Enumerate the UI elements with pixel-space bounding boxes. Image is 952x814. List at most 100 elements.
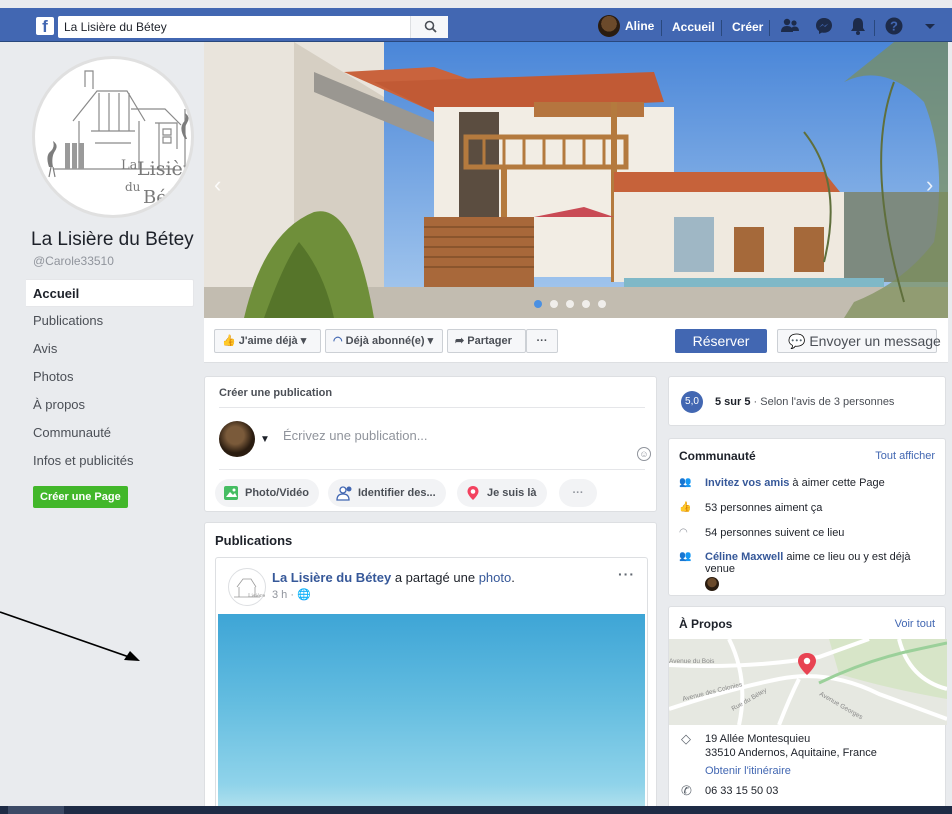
divider	[219, 407, 645, 408]
sidebar-item-about[interactable]: À propos	[26, 391, 194, 419]
cover-prev-arrow-icon[interactable]: ‹	[214, 172, 221, 198]
slide-dot[interactable]	[566, 300, 574, 308]
about-card: À Propos Voir tout Avenue du Bois Avenue…	[668, 606, 947, 814]
svg-text:La: La	[121, 158, 138, 173]
photo-video-button[interactable]: Photo/Vidéo	[215, 479, 319, 507]
directions-icon: ◇	[681, 731, 691, 746]
composer-avatar[interactable]	[219, 421, 255, 457]
post-author-link[interactable]: La Lisière du Bétey	[272, 570, 391, 585]
page-title[interactable]: La Lisière du Bétey	[31, 229, 194, 251]
nav-create-link[interactable]: Créer	[732, 20, 763, 34]
rating-summary: 5 sur 5 · Selon l'avis de 3 personnes	[715, 396, 895, 408]
caret-down-icon[interactable]: ▼	[260, 434, 270, 445]
thumbs-up-icon: 👍	[222, 335, 236, 347]
community-card: Communauté Tout afficher 👥 Invitez vos a…	[668, 438, 946, 596]
slide-dot[interactable]	[598, 300, 606, 308]
sidebar-item-community[interactable]: Communauté	[26, 419, 194, 447]
divider	[219, 469, 645, 470]
post-author-avatar[interactable]: Lisière	[228, 568, 266, 606]
get-directions-link[interactable]: Obtenir l'itinéraire	[705, 765, 791, 777]
check-in-button[interactable]: Je suis là	[457, 479, 547, 507]
svg-text:Lisière: Lisière	[137, 158, 191, 180]
slide-dot[interactable]	[582, 300, 590, 308]
community-see-all-link[interactable]: Tout afficher	[875, 450, 935, 462]
messenger-icon[interactable]	[814, 16, 834, 36]
tag-people-icon	[336, 486, 352, 501]
post-header: La Lisière du Bétey a partagé une photo.	[272, 570, 515, 585]
likes-count-row: 👍 53 personnes aiment ça	[679, 502, 823, 514]
page-username[interactable]: @Carole33510	[33, 254, 114, 268]
map-drawing: Avenue du Bois Avenue des Colonies Rue d…	[669, 639, 947, 725]
rss-feed-icon: ◠	[333, 335, 343, 347]
cover-house-image	[204, 42, 948, 318]
account-menu-caret-icon[interactable]	[920, 16, 940, 36]
search-icon	[424, 20, 437, 33]
svg-text:Avenue du Bois: Avenue du Bois	[669, 658, 715, 665]
publications-section: Publications Lisière La Lisière du Bétey…	[204, 522, 657, 814]
create-page-button[interactable]: Créer une Page	[33, 486, 128, 508]
composer-title: Créer une publication	[219, 387, 333, 399]
thumbs-up-icon: 👍	[679, 502, 692, 513]
search-value: La Lisière du Bétey	[64, 20, 167, 34]
invite-friends-row: 👥 Invitez vos amis à aimer cette Page	[679, 477, 885, 489]
user-name: Aline	[625, 19, 655, 33]
location-pin-icon	[467, 486, 479, 500]
nav-divider	[721, 20, 722, 36]
post-photo-link[interactable]: photo	[479, 570, 512, 585]
friend-name-link[interactable]: Céline Maxwell	[705, 551, 783, 563]
annotation-arrow	[0, 611, 140, 661]
search-button[interactable]	[410, 16, 448, 38]
like-button[interactable]: 👍 J'aime déjà ▾	[214, 329, 321, 353]
help-icon[interactable]: ?	[884, 16, 904, 36]
post-card: Lisière La Lisière du Bétey a partagé un…	[215, 557, 648, 814]
sidebar-item-posts[interactable]: Publications	[26, 307, 194, 335]
rating-card[interactable]: 5,0 5 sur 5 · Selon l'avis de 3 personne…	[668, 376, 946, 426]
sidebar-item-reviews[interactable]: Avis	[26, 335, 194, 363]
composer-more-button[interactable]: ···	[559, 479, 597, 507]
post-photo[interactable]	[218, 614, 645, 814]
post-options-button[interactable]: ···	[618, 566, 635, 582]
messenger-icon: 💬	[788, 333, 806, 349]
share-button[interactable]: ➦ Partager	[447, 329, 526, 353]
share-arrow-icon: ➦	[455, 335, 465, 347]
slide-dot[interactable]	[550, 300, 558, 308]
page-action-bar: 👍 J'aime déjà ▾ ◠ Déjà abonné(e) ▾ ➦ Par…	[204, 318, 948, 363]
more-actions-button[interactable]: ···	[526, 329, 558, 353]
emoji-icon[interactable]: ☺	[637, 447, 651, 461]
nav-divider	[661, 20, 662, 36]
notifications-bell-icon[interactable]	[848, 16, 868, 36]
friend-avatar[interactable]	[705, 577, 719, 591]
about-see-all-link[interactable]: Voir tout	[895, 618, 935, 630]
nav-user-profile[interactable]: Aline	[598, 15, 655, 37]
rating-score-badge: 5,0	[681, 391, 703, 413]
page-sidebar-nav: Accueil Publications Avis Photos À propo…	[26, 279, 194, 475]
nav-divider	[769, 20, 770, 36]
sidebar-item-photos[interactable]: Photos	[26, 363, 194, 391]
search-input[interactable]: La Lisière du Bétey	[58, 16, 448, 38]
svg-text:du: du	[125, 180, 141, 194]
friend-requests-icon[interactable]	[780, 16, 800, 36]
cover-photo[interactable]: ‹ ›	[204, 42, 948, 318]
nav-divider	[874, 20, 875, 36]
publications-title: Publications	[215, 533, 293, 548]
location-map[interactable]: Avenue du Bois Avenue des Colonies Rue d…	[669, 639, 947, 725]
friend-activity-row: 👥 Céline Maxwell aime ce lieu ou y est d…	[679, 551, 911, 575]
tag-people-button[interactable]: Identifier des...	[328, 479, 446, 507]
os-start-button[interactable]	[8, 806, 64, 814]
post-timestamp[interactable]: 3 h · 🌐	[272, 588, 311, 601]
page-profile-picture[interactable]: La Lisière du Bétey	[32, 56, 194, 218]
nav-home-link[interactable]: Accueil	[672, 20, 715, 34]
send-message-button[interactable]: 💬 Envoyer un message	[777, 329, 941, 353]
page-logo-mini: Lisière	[234, 578, 265, 599]
slide-dot[interactable]	[534, 300, 542, 308]
sidebar-item-ad-info[interactable]: Infos et publicités	[26, 447, 194, 475]
follow-button[interactable]: ◠ Déjà abonné(e) ▾	[325, 329, 443, 353]
invite-friends-link[interactable]: Invitez vos amis	[705, 477, 789, 489]
reserve-button[interactable]: Réserver	[675, 329, 767, 353]
page-logo-drawing: La Lisière du Bétey	[47, 70, 191, 208]
facebook-logo-icon[interactable]: f	[36, 17, 54, 35]
phone-number[interactable]: 06 33 15 50 03	[705, 785, 778, 797]
composer-input[interactable]: Écrivez une publication...	[283, 428, 428, 443]
cover-next-arrow-icon[interactable]: ›	[926, 172, 933, 198]
sidebar-item-home[interactable]: Accueil	[26, 279, 194, 307]
